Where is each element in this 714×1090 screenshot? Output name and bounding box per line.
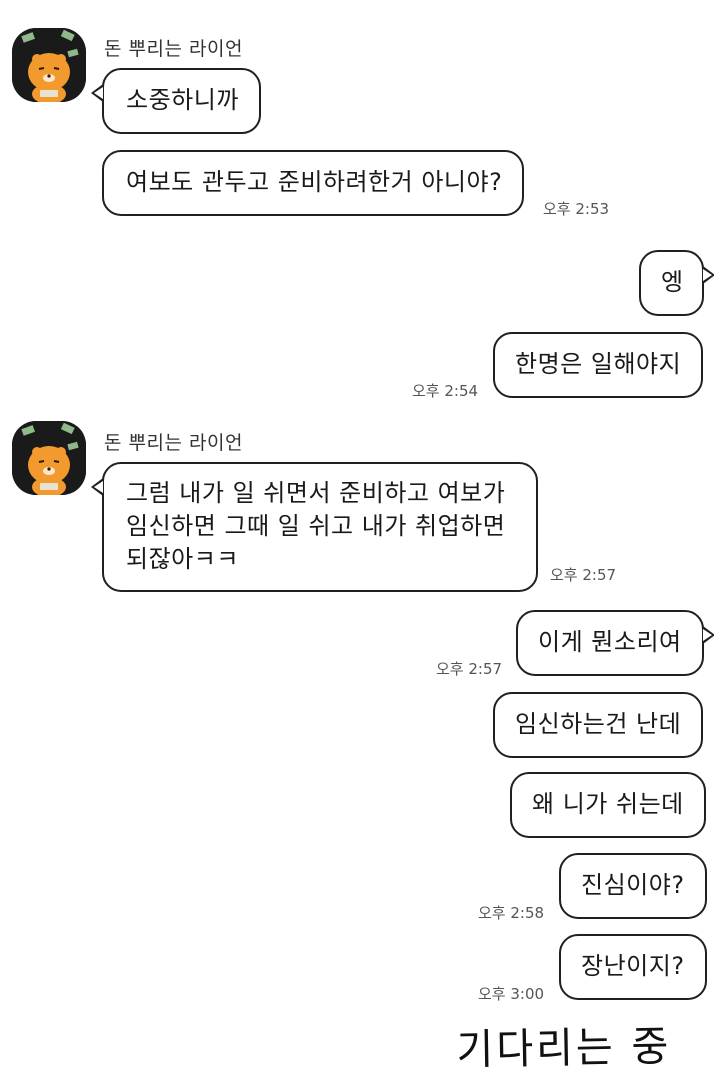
- message-text: 장난이지?: [581, 952, 685, 980]
- message-bubble-8[interactable]: 왜 니가 쉬는데: [510, 772, 706, 838]
- message-text: 엥: [661, 268, 684, 296]
- message-bubble-3[interactable]: 엥: [639, 250, 714, 316]
- message-bubble-7[interactable]: 임신하는건 난데: [493, 692, 704, 758]
- chat-screen: 돈 뿌리는 라이언 소중하니까 여보도 관두고 준비하려한거 아니야? 오후 2…: [0, 0, 714, 1090]
- message-bubble-2[interactable]: 여보도 관두고 준비하려한거 아니야?: [102, 150, 525, 216]
- message-text: 그럼 내가 일 쉬면서 준비하고 여보가 임신하면 그때 일 쉬고 내가 취업하…: [126, 479, 506, 573]
- bubble-tail: [702, 266, 714, 284]
- message-time: 오후 3:00: [478, 985, 545, 1003]
- message-time: 오후 2:58: [478, 904, 545, 922]
- message-text: 이게 뭔소리여: [538, 628, 682, 656]
- message-bubble-1[interactable]: 소중하니까: [91, 68, 261, 134]
- message-time: 오후 2:54: [412, 382, 479, 400]
- message-time: 오후 2:57: [550, 566, 617, 584]
- message-bubble-10[interactable]: 장난이지?: [559, 934, 707, 1000]
- message-text: 한명은 일해야지: [515, 350, 682, 378]
- sender-name: 돈 뿌리는 라이언: [104, 432, 243, 454]
- bubble-tail: [702, 626, 714, 644]
- sender-avatar-lion-icon[interactable]: [12, 421, 86, 495]
- message-text: 임신하는건 난데: [515, 710, 682, 738]
- handwritten-caption: 기다리는 중: [456, 1022, 672, 1075]
- bubble-tail: [91, 84, 103, 102]
- message-text: 진심이야?: [581, 871, 685, 899]
- message-text: 여보도 관두고 준비하려한거 아니야?: [126, 168, 503, 196]
- message-bubble-6[interactable]: 이게 뭔소리여: [516, 610, 714, 676]
- message-bubble-5[interactable]: 그럼 내가 일 쉬면서 준비하고 여보가 임신하면 그때 일 쉬고 내가 취업하…: [91, 462, 538, 592]
- message-bubble-9[interactable]: 진심이야?: [559, 853, 707, 919]
- bubble-tail: [91, 478, 103, 496]
- sender-name: 돈 뿌리는 라이언: [104, 38, 243, 60]
- message-time: 오후 2:53: [543, 200, 610, 218]
- message-bubble-4[interactable]: 한명은 일해야지: [493, 332, 704, 398]
- message-time: 오후 2:57: [436, 660, 503, 678]
- message-text: 소중하니까: [126, 86, 239, 114]
- message-text: 왜 니가 쉬는데: [532, 790, 684, 818]
- sender-avatar-lion-icon[interactable]: [12, 28, 86, 102]
